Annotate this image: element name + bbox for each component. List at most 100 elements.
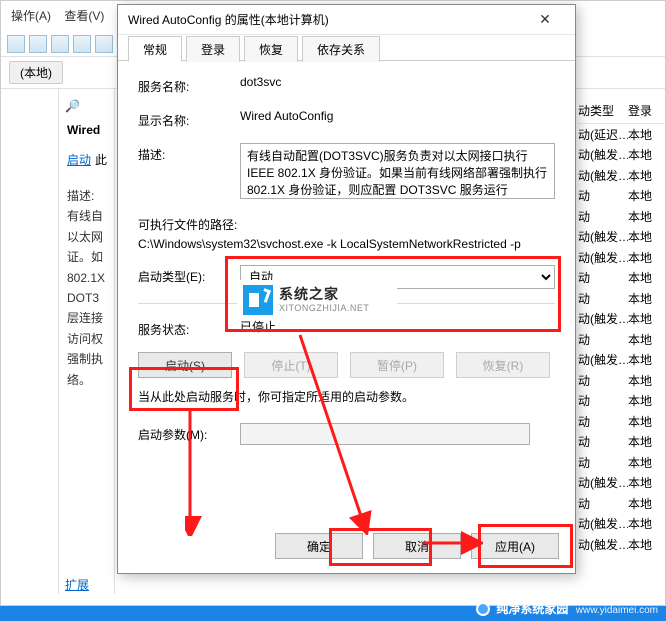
cell-logon: 本地 — [628, 208, 652, 225]
cell-logon: 本地 — [628, 454, 652, 471]
detail-pane: 🔎 Wired 启动此 描述: 有线自 以太网 证。如 802.1X DOT3 … — [59, 89, 115, 594]
cell-startup-type: 动 — [578, 331, 628, 348]
apply-button[interactable]: 应用(A) — [471, 533, 559, 559]
cell-startup-type: 动 — [578, 495, 628, 512]
tab-general[interactable]: 常规 — [128, 36, 182, 62]
list-row[interactable]: 动本地 — [578, 186, 664, 207]
pause-button: 暂停(P) — [350, 352, 444, 378]
start-button[interactable]: 启动(S) — [138, 352, 232, 378]
cell-startup-type: 动 — [578, 372, 628, 389]
cell-startup-type: 动(延迟… — [578, 126, 628, 143]
tree-pane — [1, 89, 59, 594]
resume-button: 恢复(R) — [456, 352, 550, 378]
label-startup-type: 启动类型(E): — [138, 265, 240, 285]
cell-logon: 本地 — [628, 167, 652, 184]
titlebar[interactable]: Wired AutoConfig 的属性(本地计算机) ✕ — [118, 5, 575, 35]
startup-type-select[interactable]: 自动 — [240, 265, 555, 289]
col-logon[interactable]: 登录 — [628, 102, 652, 119]
list-row[interactable]: 动本地 — [578, 452, 664, 473]
description-textarea[interactable]: 有线自动配置(DOT3SVC)服务负责对以太网接口执行 IEEE 802.1X … — [240, 143, 555, 199]
list-row[interactable]: 动(触发…本地 — [578, 350, 664, 371]
cell-startup-type: 动(触发… — [578, 249, 628, 266]
properties-dialog: Wired AutoConfig 的属性(本地计算机) ✕ 常规 登录 恢复 依… — [117, 4, 576, 574]
label-exe-path: 可执行文件的路径: — [138, 216, 555, 233]
close-button[interactable]: ✕ — [525, 6, 565, 34]
cell-startup-type: 动(触发… — [578, 474, 628, 491]
list-row[interactable]: 动(触发…本地 — [578, 473, 664, 494]
tab-dependencies[interactable]: 依存关系 — [302, 36, 380, 62]
cell-startup-type: 动 — [578, 187, 628, 204]
cancel-button[interactable]: 取消 — [373, 533, 461, 559]
cell-logon: 本地 — [628, 392, 652, 409]
cell-startup-type: 动 — [578, 413, 628, 430]
list-row[interactable]: 动本地 — [578, 329, 664, 350]
cell-logon: 本地 — [628, 187, 652, 204]
list-row[interactable]: 动(触发…本地 — [578, 165, 664, 186]
cell-logon: 本地 — [628, 290, 652, 307]
cell-logon: 本地 — [628, 413, 652, 430]
list-row[interactable]: 动本地 — [578, 206, 664, 227]
expand-link[interactable]: 扩展 — [65, 578, 89, 592]
toolbar-icon[interactable] — [51, 35, 69, 53]
value-exe-path: C:\Windows\system32\svchost.exe -k Local… — [138, 237, 555, 251]
separator — [138, 303, 555, 304]
mag-icon: 🔎 — [65, 99, 80, 113]
cell-startup-type: 动(触发… — [578, 310, 628, 327]
cell-startup-type: 动 — [578, 208, 628, 225]
ok-button[interactable]: 确定 — [275, 533, 363, 559]
menu-view[interactable]: 查看(V) — [64, 9, 104, 23]
start-params-input — [240, 423, 530, 445]
cell-startup-type: 动 — [578, 433, 628, 450]
value-service-status: 已停止 — [240, 318, 555, 335]
col-startup-type[interactable]: 动类型 — [578, 102, 628, 119]
list-row[interactable]: 动本地 — [578, 288, 664, 309]
list-row[interactable]: 动本地 — [578, 268, 664, 289]
list-row[interactable]: 动(延迟…本地 — [578, 124, 664, 145]
tab-recovery[interactable]: 恢复 — [244, 36, 298, 62]
value-display-name: Wired AutoConfig — [240, 109, 555, 123]
list-row[interactable]: 动(触发…本地 — [578, 534, 664, 555]
list-row[interactable]: 动本地 — [578, 391, 664, 412]
start-link-bg[interactable]: 启动 — [63, 149, 95, 171]
toolbar-icon[interactable] — [73, 35, 91, 53]
start-params-hint: 当从此处启动服务时，你可指定所适用的启动参数。 — [138, 388, 555, 405]
cell-startup-type: 动(触发… — [578, 146, 628, 163]
toolbar-icon[interactable] — [7, 35, 25, 53]
tab-logon[interactable]: 登录 — [186, 36, 240, 62]
menu-action[interactable]: 操作(A) — [11, 9, 51, 23]
list-row[interactable]: 动(触发…本地 — [578, 247, 664, 268]
toolbar-icon[interactable] — [95, 35, 113, 53]
cell-logon: 本地 — [628, 249, 652, 266]
cell-logon: 本地 — [628, 126, 652, 143]
cell-logon: 本地 — [628, 146, 652, 163]
scope-badge[interactable]: (本地) — [9, 61, 63, 84]
cell-startup-type: 动(触发… — [578, 515, 628, 532]
services-list-right: 动类型 登录 动(延迟…本地动(触发…本地动(触发…本地动本地动本地动(触发…本… — [578, 98, 664, 555]
titlebar-text: Wired AutoConfig 的属性(本地计算机) — [128, 11, 329, 28]
label-service-name: 服务名称: — [138, 75, 240, 95]
close-icon: ✕ — [539, 11, 551, 28]
list-row[interactable]: 动本地 — [578, 432, 664, 453]
tabstrip: 常规 登录 恢复 依存关系 — [118, 35, 575, 61]
cell-startup-type: 动(触发… — [578, 351, 628, 368]
cell-logon: 本地 — [628, 536, 652, 553]
cell-startup-type: 动 — [578, 454, 628, 471]
cell-startup-type: 动 — [578, 392, 628, 409]
cell-logon: 本地 — [628, 269, 652, 286]
cell-startup-type: 动 — [578, 290, 628, 307]
list-row[interactable]: 动(触发…本地 — [578, 514, 664, 535]
expand-view: 扩展 — [65, 576, 89, 593]
list-row[interactable]: 动(触发…本地 — [578, 309, 664, 330]
list-row[interactable]: 动(触发…本地 — [578, 145, 664, 166]
list-row[interactable]: 动(触发…本地 — [578, 227, 664, 248]
list-row[interactable]: 动本地 — [578, 411, 664, 432]
cell-logon: 本地 — [628, 228, 652, 245]
cell-startup-type: 动(触发… — [578, 167, 628, 184]
cell-startup-type: 动 — [578, 269, 628, 286]
list-row[interactable]: 动本地 — [578, 370, 664, 391]
list-header[interactable]: 动类型 登录 — [578, 98, 664, 124]
toolbar-icon[interactable] — [29, 35, 47, 53]
cell-startup-type: 动(触发… — [578, 536, 628, 553]
cell-logon: 本地 — [628, 351, 652, 368]
list-row[interactable]: 动本地 — [578, 493, 664, 514]
